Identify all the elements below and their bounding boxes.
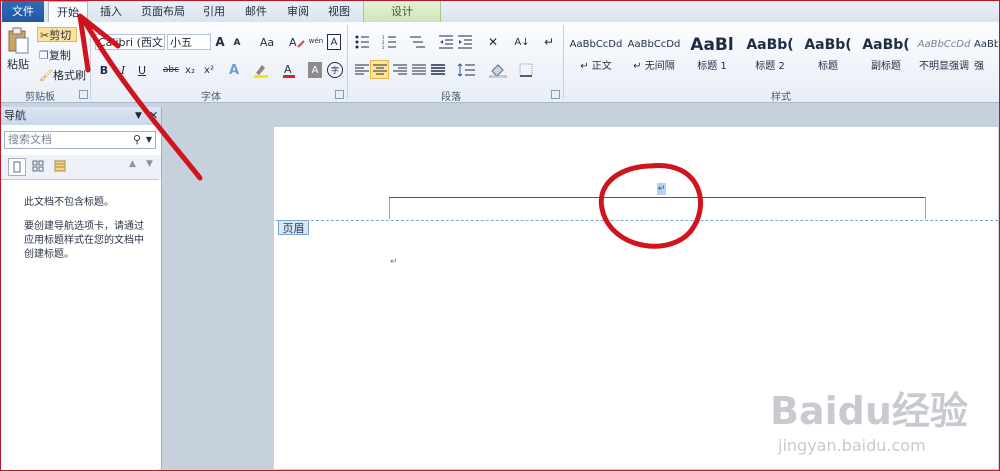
- watermark-url: jingyan.baidu.com: [778, 436, 926, 455]
- watermark-logo: Baidu经验: [770, 389, 968, 433]
- annotation-circle: [598, 163, 704, 249]
- annotation-arrow: [79, 15, 203, 181]
